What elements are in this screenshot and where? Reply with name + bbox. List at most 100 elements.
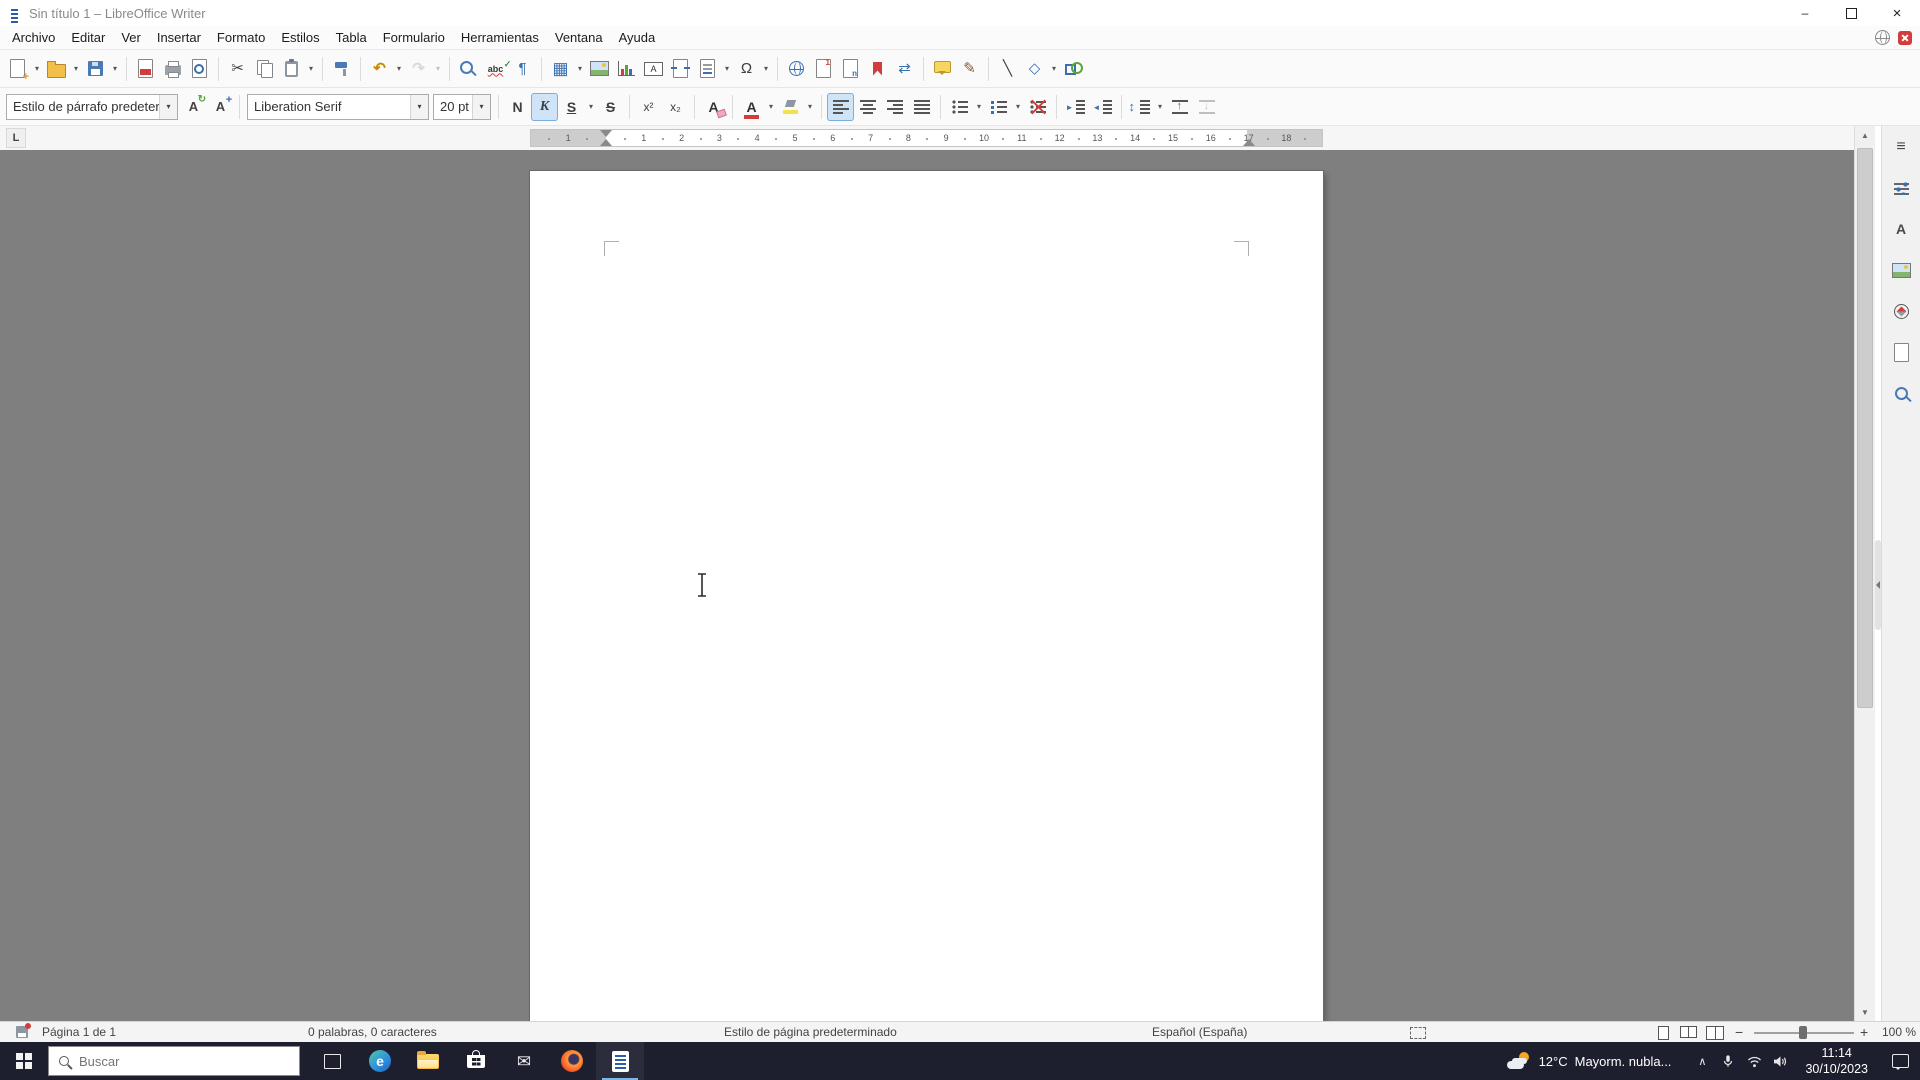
- sidebar-tab-page[interactable]: [1887, 339, 1915, 365]
- menu-editar[interactable]: Editar: [63, 26, 113, 50]
- action-center-button[interactable]: [1880, 1042, 1920, 1080]
- line-spacing-dropdown[interactable]: ▾: [1154, 93, 1166, 121]
- search-input[interactable]: [77, 1052, 289, 1070]
- document-area[interactable]: [0, 150, 1854, 1021]
- open-button[interactable]: [43, 55, 70, 83]
- unordered-list-button[interactable]: [946, 93, 973, 121]
- tab-stop-selector[interactable]: L: [6, 128, 26, 148]
- tray-volume-icon[interactable]: [1767, 1042, 1793, 1080]
- copy-button[interactable]: [251, 55, 278, 83]
- align-justify-button[interactable]: [908, 93, 935, 121]
- insert-line-button[interactable]: ╲: [994, 55, 1021, 83]
- tray-microphone-icon[interactable]: [1715, 1042, 1741, 1080]
- insert-comment-button[interactable]: [929, 55, 956, 83]
- clear-formatting-button[interactable]: A: [700, 93, 727, 121]
- scroll-down-arrow[interactable]: ▼: [1855, 1003, 1875, 1021]
- menu-ayuda[interactable]: Ayuda: [611, 26, 664, 50]
- show-draw-functions-button[interactable]: [1060, 55, 1087, 83]
- scroll-up-arrow[interactable]: ▲: [1855, 126, 1875, 144]
- undo-button[interactable]: ↶: [366, 55, 393, 83]
- sidebar-tab-style-inspector[interactable]: [1887, 380, 1915, 406]
- menu-ventana[interactable]: Ventana: [547, 26, 611, 50]
- increase-indent-button[interactable]: [1062, 93, 1089, 121]
- print-button[interactable]: [159, 55, 186, 83]
- font-color-dropdown[interactable]: ▾: [765, 93, 777, 121]
- track-changes-button[interactable]: ✎: [956, 55, 983, 83]
- insert-textbox-button[interactable]: A: [640, 55, 667, 83]
- decrease-indent-button[interactable]: [1089, 93, 1116, 121]
- no-list-button[interactable]: [1024, 93, 1051, 121]
- redo-dropdown[interactable]: ▾: [432, 55, 444, 83]
- ordered-list-dropdown[interactable]: ▾: [1012, 93, 1024, 121]
- sidebar-settings-button[interactable]: ≡: [1887, 134, 1915, 160]
- italic-button[interactable]: K: [531, 92, 558, 121]
- special-character-dropdown[interactable]: ▾: [760, 55, 772, 83]
- sidebar-tab-properties[interactable]: [1887, 175, 1915, 201]
- menu-insertar[interactable]: Insertar: [149, 26, 209, 50]
- formatting-marks-button[interactable]: ¶: [509, 55, 536, 83]
- vertical-scrollbar[interactable]: ▲ ▼: [1854, 126, 1875, 1021]
- close-button[interactable]: ×: [1874, 0, 1920, 26]
- weather-widget[interactable]: 12°C Mayorm. nubla...: [1506, 1052, 1671, 1070]
- taskbar-clock[interactable]: 11:14 30/10/2023: [1793, 1045, 1880, 1078]
- find-replace-button[interactable]: [455, 55, 482, 83]
- taskbar-firefox-button[interactable]: [548, 1042, 596, 1080]
- task-view-button[interactable]: [308, 1042, 356, 1080]
- taskbar-store-button[interactable]: [452, 1042, 500, 1080]
- taskbar-search-box[interactable]: [48, 1046, 300, 1076]
- redo-button[interactable]: ↷: [405, 55, 432, 83]
- page-style-field[interactable]: Estilo de página predeterminado: [724, 1025, 897, 1039]
- font-size-combo[interactable]: 20 pt ▾: [433, 93, 491, 120]
- font-name-dropdown[interactable]: ▾: [410, 94, 428, 119]
- highlight-color-button[interactable]: [777, 93, 804, 121]
- insert-pagebreak-button[interactable]: [667, 55, 694, 83]
- insert-field-button[interactable]: [694, 55, 721, 83]
- bold-button[interactable]: N: [504, 93, 531, 121]
- paste-dropdown[interactable]: ▾: [305, 55, 317, 83]
- paste-button[interactable]: [278, 55, 305, 83]
- paragraph-style-combo[interactable]: Estilo de párrafo predetermi ▾: [6, 93, 178, 120]
- font-name-combo[interactable]: Liberation Serif ▾: [247, 93, 429, 120]
- menu-archivo[interactable]: Archivo: [4, 26, 63, 50]
- subscript-button[interactable]: x₂: [662, 93, 689, 121]
- language-field[interactable]: Español (España): [1152, 1025, 1247, 1039]
- menu-ver[interactable]: Ver: [113, 26, 149, 50]
- scrollbar-thumb[interactable]: [1857, 148, 1873, 708]
- taskbar-mail-button[interactable]: ✉: [500, 1042, 548, 1080]
- sidebar-tab-gallery[interactable]: [1887, 257, 1915, 283]
- font-color-button[interactable]: A: [738, 93, 765, 121]
- font-size-dropdown[interactable]: ▾: [472, 94, 490, 119]
- insert-field-dropdown[interactable]: ▾: [721, 55, 733, 83]
- horizontal-ruler[interactable]: 1 2 3 4 5 6 7 8 9 10 11 12 13 14 15 16 17 18 1: [530, 129, 1323, 147]
- footnote-button[interactable]: [810, 55, 837, 83]
- menu-tabla[interactable]: Tabla: [328, 26, 375, 50]
- menu-formulario[interactable]: Formulario: [375, 26, 453, 50]
- book-view-button[interactable]: [1706, 1026, 1724, 1043]
- paragraph-style-dropdown[interactable]: ▾: [159, 94, 177, 119]
- taskbar-edge-button[interactable]: e: [356, 1042, 404, 1080]
- zoom-level-field[interactable]: 100 %: [1882, 1025, 1916, 1039]
- unordered-list-dropdown[interactable]: ▾: [973, 93, 985, 121]
- tray-network-icon[interactable]: [1741, 1042, 1767, 1080]
- insert-image-button[interactable]: [586, 55, 613, 83]
- taskbar-file-explorer-button[interactable]: [404, 1042, 452, 1080]
- sidebar-tab-styles[interactable]: A: [1887, 216, 1915, 242]
- menubar-globe-icon[interactable]: [1875, 30, 1890, 45]
- zoom-out-button[interactable]: −: [1735, 1024, 1743, 1040]
- undo-dropdown[interactable]: ▾: [393, 55, 405, 83]
- export-pdf-button[interactable]: [132, 55, 159, 83]
- zoom-in-button[interactable]: +: [1860, 1024, 1868, 1040]
- strikethrough-button[interactable]: S: [597, 93, 624, 121]
- new-style-button[interactable]: A: [207, 93, 234, 121]
- cut-button[interactable]: ✂: [224, 55, 251, 83]
- basic-shapes-button[interactable]: ◇: [1021, 55, 1048, 83]
- hyperlink-button[interactable]: [783, 55, 810, 83]
- minimize-button[interactable]: –: [1782, 0, 1828, 26]
- ordered-list-button[interactable]: [985, 93, 1012, 121]
- word-count-field[interactable]: 0 palabras, 0 caracteres: [308, 1025, 437, 1039]
- update-style-button[interactable]: A: [180, 93, 207, 121]
- page-count-field[interactable]: Página 1 de 1: [42, 1025, 116, 1039]
- print-preview-button[interactable]: [186, 55, 213, 83]
- increase-paragraph-spacing-button[interactable]: [1166, 93, 1193, 121]
- save-dropdown[interactable]: ▾: [109, 55, 121, 83]
